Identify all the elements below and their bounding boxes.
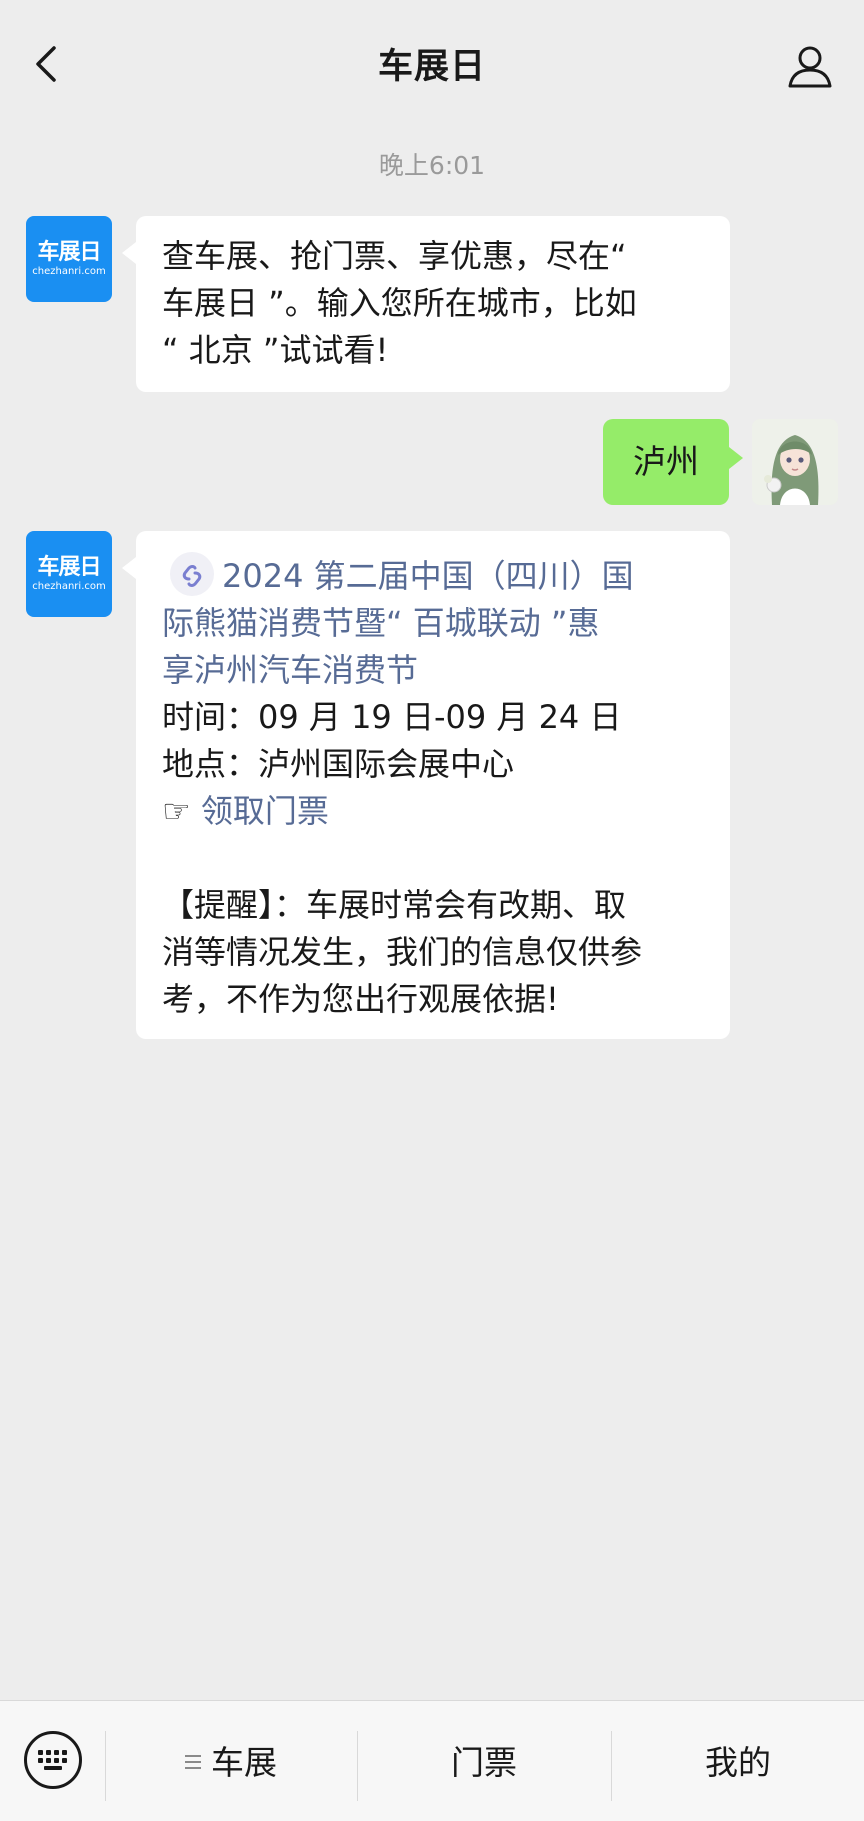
user-profile-icon — [788, 46, 832, 88]
menu-item-label: 门票 — [451, 1743, 517, 1782]
get-ticket-link[interactable]: 领取门票 — [201, 792, 329, 830]
event-title-line[interactable]: 享泸州汽车消费节 — [162, 647, 704, 694]
welcome-message-bubble[interactable]: 查车展、抢门票、享优惠，尽在“ 车展日 ”。输入您所在城市，比如 “ 北京 ”试… — [122, 216, 730, 392]
message-text-line: “ 北京 ”试试看! — [162, 331, 389, 369]
avatar-illustration — [752, 419, 838, 505]
notice-line: 消等情况发生，我们的信息仅供参 — [162, 933, 643, 971]
bot-avatar[interactable]: 车展日 chezhanri.com — [26, 216, 112, 302]
message-text-line: 车展日 ”。输入您所在城市，比如 — [162, 284, 637, 322]
bottom-menu-bar: 车展 门票 我的 — [0, 1700, 864, 1821]
user-message-bubble[interactable]: 泸州 — [603, 419, 743, 505]
logo-text: 车展日 — [37, 239, 101, 265]
keyboard-toggle-button[interactable] — [24, 1731, 82, 1789]
menu-item-chezhan[interactable]: 车展 — [106, 1731, 356, 1795]
event-title-line[interactable]: 2024 第二届中国（四川）国 — [222, 557, 634, 595]
message-text-line: 查车展、抢门票、享优惠，尽在“ — [162, 237, 627, 275]
notice-line: 【提醒】：车展时常会有改期、取 — [162, 886, 627, 924]
message-timestamp: 晚上6:01 — [378, 151, 486, 180]
logo-domain: chezhanri.com — [32, 580, 106, 592]
menu-list-icon — [185, 1751, 201, 1773]
menu-item-label: 车展 — [211, 1743, 277, 1782]
profile-button[interactable] — [784, 40, 836, 92]
menu-item-mine[interactable]: 我的 — [612, 1731, 864, 1795]
bot-avatar[interactable]: 车展日 chezhanri.com — [26, 531, 112, 617]
logo-text: 车展日 — [37, 554, 101, 580]
link-icon — [170, 552, 214, 596]
user-avatar[interactable] — [752, 419, 838, 505]
pointing-hand-icon: ☞ — [162, 792, 191, 830]
event-title-line[interactable]: 际熊猫消费节暨“ 百城联动 ”惠 — [162, 600, 704, 647]
top-bar: 车展日 — [0, 0, 864, 118]
event-place: 地点：泸州国际会展中心 — [162, 745, 515, 783]
ticket-row: ☞ 领取门票 — [162, 788, 704, 835]
logo-domain: chezhanri.com — [32, 265, 106, 277]
event-message-bubble: 2024 第二届中国（四川）国 际熊猫消费节暨“ 百城联动 ”惠 享泸州汽车消费… — [122, 531, 730, 1039]
event-title-link[interactable]: 2024 第二届中国（四川）国 — [162, 552, 704, 600]
keyboard-icon — [38, 1750, 67, 1770]
menu-item-tickets[interactable]: 门票 — [358, 1731, 610, 1795]
menu-item-label: 我的 — [705, 1743, 771, 1782]
page-title: 车展日 — [377, 47, 486, 87]
event-time: 时间：09 月 19 日-09 月 24 日 — [162, 698, 622, 736]
notice-line: 考，不作为您出行观展依据! — [162, 980, 559, 1018]
